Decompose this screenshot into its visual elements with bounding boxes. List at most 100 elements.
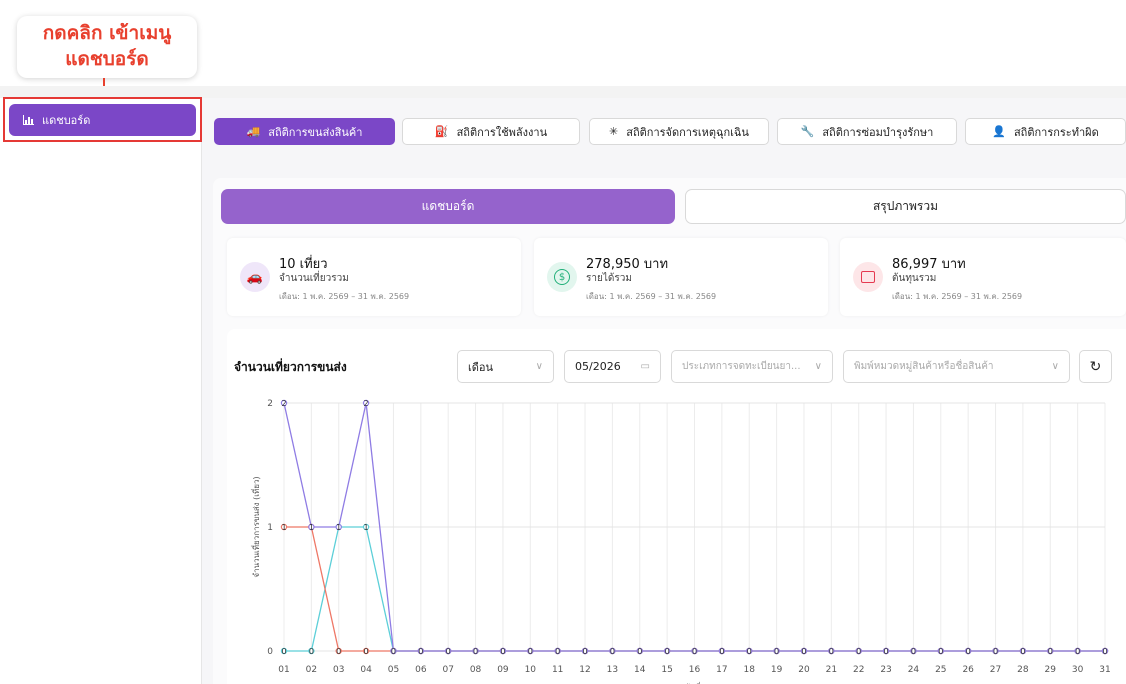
data-label: 0 xyxy=(966,647,971,656)
data-label: 0 xyxy=(418,647,423,656)
x-tick-label: 22 xyxy=(853,665,864,675)
data-label: 0 xyxy=(473,647,478,656)
data-label: 1 xyxy=(281,523,286,532)
sidebar-item-dashboard[interactable]: แดชบอร์ด xyxy=(9,104,196,136)
trips-line-chart: 01201 02 03 04 05 06 07 08 09 10 11 12 13 14 15 16 17 18 1… xyxy=(250,399,1111,684)
x-tick-label: 13 xyxy=(607,665,618,675)
product-search-placeholder: พิมพ์หมวดหมู่สินค้าหรือชื่อสินค้า xyxy=(854,361,994,372)
stat-card-trips: 🚗 10 เที่ยว จำนวนเที่ยวรวม เดือน: 1 พ.ค.… xyxy=(227,238,521,316)
x-tick-label: 19 xyxy=(771,665,783,675)
subtab-overview[interactable]: สรุปภาพรวม xyxy=(685,189,1126,224)
data-label: 0 xyxy=(1075,647,1080,656)
data-label: 0 xyxy=(911,647,916,656)
car-icon: 🚗 xyxy=(240,262,270,292)
data-label: 0 xyxy=(336,647,341,656)
refresh-button[interactable]: ↻ xyxy=(1079,350,1112,383)
stat-label: รายได้รวม xyxy=(586,273,632,284)
vehicle-type-select[interactable]: ประเภทการจดทะเบียนยา... ∨ xyxy=(671,350,833,383)
y-tick-label: 2 xyxy=(267,399,273,409)
stat-label: ต้นทุนรวม xyxy=(892,273,937,284)
y-tick-label: 1 xyxy=(267,523,273,533)
x-tick-label: 04 xyxy=(360,665,372,675)
alert-icon: ✳ xyxy=(609,125,619,138)
x-tick-label: 01 xyxy=(278,665,289,675)
person-icon: 👤 xyxy=(992,125,1006,138)
month-picker[interactable]: 05/2026 ▭ xyxy=(564,350,661,383)
tab-energy-stats[interactable]: ⛽ สถิติการใช้พลังงาน xyxy=(402,118,580,145)
vehicle-type-placeholder: ประเภทการจดทะเบียนยา... xyxy=(682,361,801,372)
data-label: 0 xyxy=(938,647,943,656)
wallet-icon xyxy=(853,262,883,292)
tab-transport-stats[interactable]: 🚚 สถิติการขนส่งสินค้า xyxy=(214,118,395,145)
dollar-icon: $ xyxy=(547,262,577,292)
stat-range: เดือน: 1 พ.ค. 2569 – 31 พ.ค. 2569 xyxy=(586,292,717,301)
data-label: 0 xyxy=(801,647,806,656)
data-label: 0 xyxy=(582,647,587,656)
tab-label: สถิติการขนส่งสินค้า xyxy=(268,125,363,139)
data-label: 0 xyxy=(829,647,834,656)
data-label: 0 xyxy=(528,647,533,656)
data-label: 0 xyxy=(719,647,724,656)
x-tick-label: 12 xyxy=(579,665,590,675)
x-tick-label: 20 xyxy=(798,665,810,675)
x-tick-label: 29 xyxy=(1045,665,1057,675)
tab-label: สถิติการใช้พลังงาน xyxy=(456,125,548,139)
annotation-callout: กดคลิก เข้าเมนู แดชบอร์ด xyxy=(17,16,197,78)
data-label: 0 xyxy=(856,647,861,656)
x-tick-label: 31 xyxy=(1099,665,1110,675)
data-label: 0 xyxy=(774,647,779,656)
x-tick-label: 08 xyxy=(470,665,482,675)
data-label: 0 xyxy=(692,647,697,656)
fuel-icon: ⛽ xyxy=(434,125,449,138)
data-label: 0 xyxy=(637,647,642,656)
period-select[interactable]: เดือน ∨ xyxy=(457,350,554,383)
x-tick-label: 23 xyxy=(880,665,891,675)
tab-violation-stats[interactable]: 👤 สถิติการกระทำผิด xyxy=(965,118,1126,145)
data-label: 0 xyxy=(610,647,615,656)
x-tick-label: 30 xyxy=(1072,665,1084,675)
tab-label: สถิติการจัดการเหตุฉุกเฉิน xyxy=(626,125,749,139)
data-label: 0 xyxy=(993,647,998,656)
tab-maintenance-stats[interactable]: 🔧 สถิติการซ่อมบำรุงรักษา xyxy=(777,118,957,145)
x-tick-label: 26 xyxy=(962,665,974,675)
data-label: 0 xyxy=(281,647,286,656)
stat-label: จำนวนเที่ยวรวม xyxy=(279,273,349,284)
data-label: 1 xyxy=(364,523,369,532)
product-search-select[interactable]: พิมพ์หมวดหมู่สินค้าหรือชื่อสินค้า ∨ xyxy=(843,350,1070,383)
data-label: 0 xyxy=(884,647,889,656)
period-select-value: เดือน xyxy=(468,360,494,374)
data-label: 0 xyxy=(1048,647,1053,656)
data-label: 0 xyxy=(391,647,396,656)
x-tick-label: 11 xyxy=(552,665,563,675)
sidebar xyxy=(9,98,202,684)
data-label: 0 xyxy=(309,647,314,656)
refresh-icon: ↻ xyxy=(1089,358,1102,375)
chevron-down-icon: ∨ xyxy=(1051,361,1059,372)
x-tick-label: 10 xyxy=(525,665,537,675)
data-label: 0 xyxy=(555,647,560,656)
x-tick-label: 24 xyxy=(908,665,920,675)
x-tick-label: 27 xyxy=(990,665,1001,675)
data-label: 1 xyxy=(309,523,314,532)
subtab-dashboard[interactable]: แดชบอร์ด xyxy=(221,189,675,224)
tab-label: สถิติการกระทำผิด xyxy=(1013,125,1099,139)
chart-title: จำนวนเที่ยวการขนส่ง xyxy=(234,360,347,374)
x-tick-label: 16 xyxy=(689,665,701,675)
tab-label: สถิติการซ่อมบำรุงรักษา xyxy=(822,125,934,139)
stat-range: เดือน: 1 พ.ค. 2569 – 31 พ.ค. 2569 xyxy=(279,292,410,301)
truck-icon: 🚚 xyxy=(246,125,261,138)
sidebar-item-label: แดชบอร์ด xyxy=(42,114,91,127)
x-tick-label: 03 xyxy=(333,665,344,675)
annotation-line-1: กดคลิก เข้าเมนู xyxy=(42,22,172,44)
chevron-down-icon: ∨ xyxy=(814,361,822,372)
stat-card-revenue: $ 278,950 บาท รายได้รวม เดือน: 1 พ.ค. 25… xyxy=(534,238,828,316)
tab-emergency-stats[interactable]: ✳ สถิติการจัดการเหตุฉุกเฉิน xyxy=(589,118,769,145)
chevron-down-icon: ∨ xyxy=(535,361,543,372)
month-picker-value: 05/2026 xyxy=(575,360,621,373)
data-label: 0 xyxy=(1020,647,1025,656)
data-label: 2 xyxy=(281,399,286,408)
x-tick-label: 14 xyxy=(634,665,646,675)
data-label: 2 xyxy=(364,399,369,408)
x-tick-label: 02 xyxy=(306,665,317,675)
annotation-line-2: แดชบอร์ด xyxy=(65,48,149,70)
